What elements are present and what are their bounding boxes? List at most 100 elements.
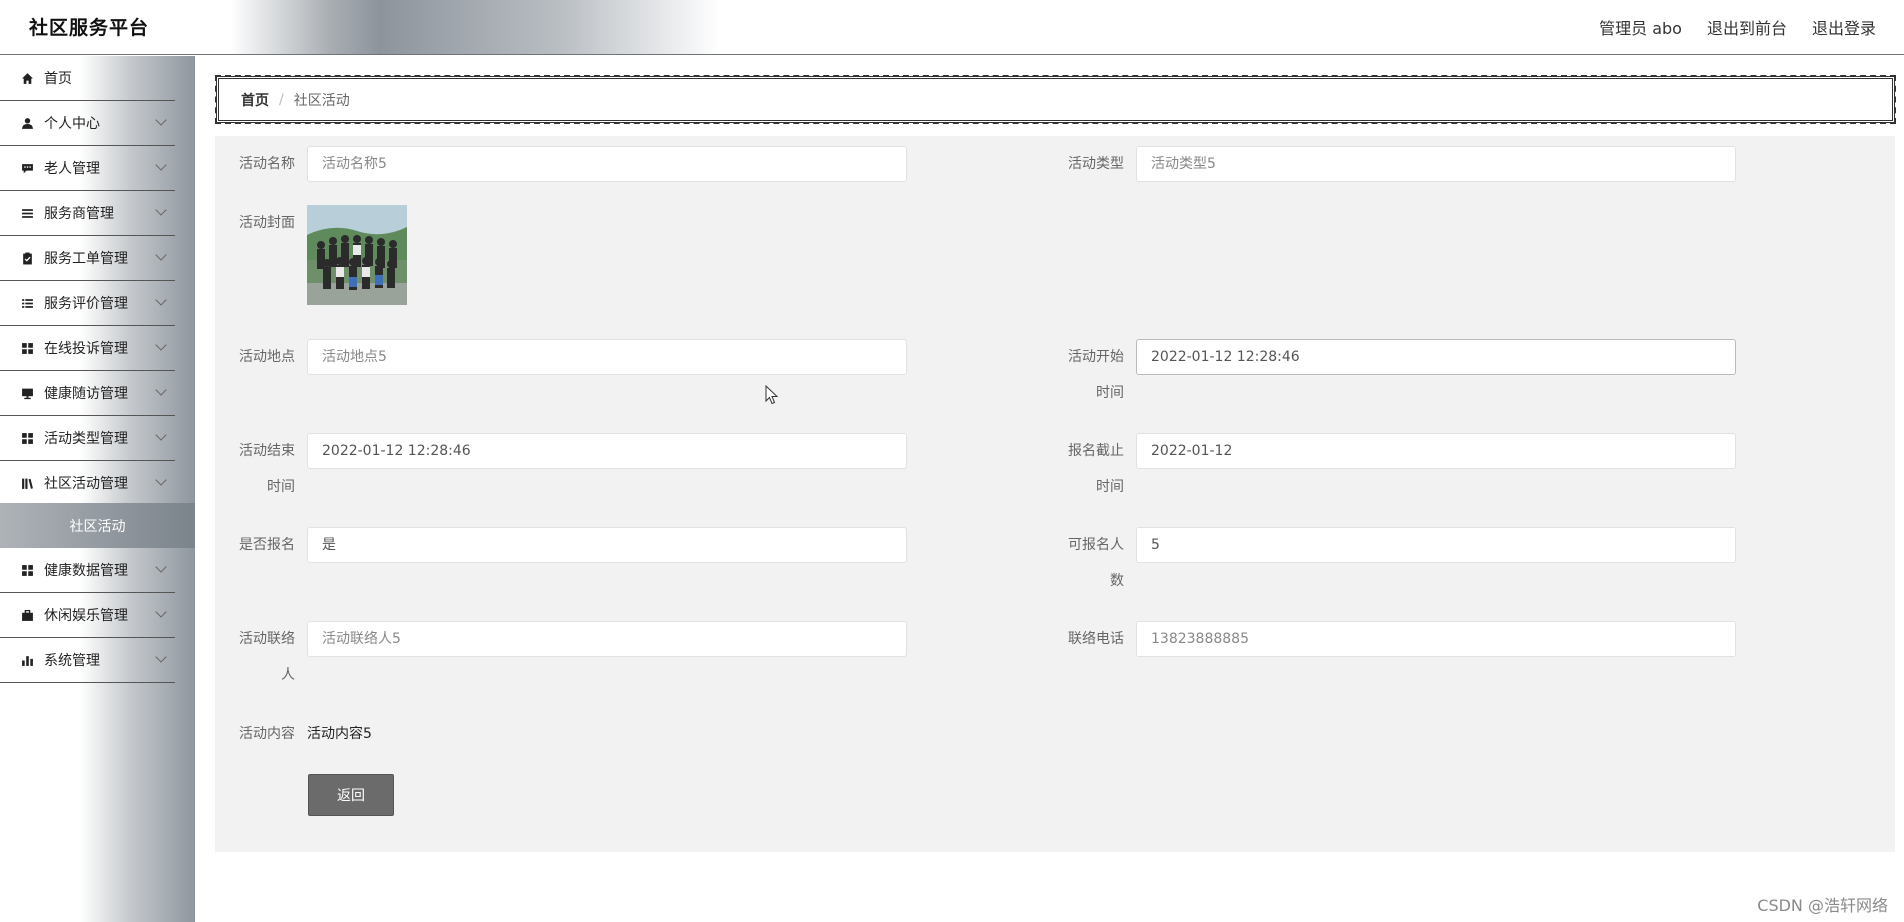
end-time-label: 活动结束 时间 (229, 433, 295, 505)
start-time-label-line2: 时间 (1096, 385, 1124, 401)
chevron-down-icon (155, 561, 167, 573)
content-value: 活动内容5 (307, 726, 372, 742)
deadline-label-line1: 报名截止 (1068, 443, 1124, 459)
contact-label-line1: 活动联络 (239, 631, 295, 647)
sidebar: 首页 个人中心 老人管理 服务商管理 服务工单管理 服务评价管理 在线投诉管理 … (0, 56, 195, 922)
sidebar-item-home[interactable]: 首页 (0, 56, 175, 101)
sidebar-item-label: 首页 (44, 71, 72, 87)
breadcrumb: 首页 / 社区活动 (215, 75, 1896, 124)
name-field[interactable]: 活动名称5 (307, 146, 907, 182)
back-button[interactable]: 返回 (308, 774, 394, 816)
chevron-down-icon (155, 339, 167, 351)
sidebar-item-label: 健康数据管理 (44, 563, 128, 579)
chevron-down-icon (155, 429, 167, 441)
sidebar-item-leisure[interactable]: 休闲娱乐管理 (0, 593, 175, 638)
sidebar-item-provider[interactable]: 服务商管理 (0, 191, 175, 236)
deadline-label-line2: 时间 (1096, 479, 1124, 495)
start-time-field[interactable]: 2022-01-12 12:28:46 (1136, 339, 1736, 375)
chevron-down-icon (155, 474, 167, 486)
end-time-field[interactable]: 2022-01-12 12:28:46 (307, 433, 907, 469)
deadline-field[interactable]: 2022-01-12 (1136, 433, 1736, 469)
sidebar-subitem-community-activity[interactable]: 社区活动 (0, 503, 195, 548)
end-time-label-line2: 时间 (267, 479, 295, 495)
deadline-label: 报名截止 时间 (1058, 433, 1124, 505)
start-time-label-line1: 活动开始 (1068, 349, 1124, 365)
sidebar-item-label: 活动类型管理 (44, 431, 128, 447)
sidebar-item-personal[interactable]: 个人中心 (0, 101, 175, 146)
breadcrumb-current: 社区活动 (293, 92, 350, 109)
watermark: CSDN @浩轩网络 (1757, 896, 1888, 915)
chevron-down-icon (155, 294, 167, 306)
breadcrumb-separator: / (279, 91, 284, 108)
sidebar-item-community-activity[interactable]: 社区活动管理 (0, 461, 175, 506)
brand-title: 社区服务平台 (29, 17, 150, 39)
chevron-down-icon (155, 606, 167, 618)
start-time-label: 活动开始 时间 (1058, 339, 1124, 411)
sidebar-item-followup[interactable]: 健康随访管理 (0, 371, 175, 416)
capacity-label-line1: 可报名人 (1068, 537, 1124, 553)
signup-label: 是否报名 (239, 537, 295, 553)
chevron-down-icon (155, 249, 167, 261)
sidebar-item-health-data[interactable]: 健康数据管理 (0, 548, 175, 593)
top-header: 社区服务平台 管理员 abo 退出到前台 退出登录 (0, 0, 1904, 55)
sidebar-item-complaint[interactable]: 在线投诉管理 (0, 326, 175, 371)
chevron-down-icon (155, 204, 167, 216)
type-label: 活动类型 (1068, 156, 1124, 172)
chevron-down-icon (155, 159, 167, 171)
detail-form-panel (215, 136, 1895, 852)
phone-field[interactable]: 13823888885 (1136, 621, 1736, 657)
monitor-icon (20, 386, 34, 400)
sidebar-item-label: 健康随访管理 (44, 386, 128, 402)
sidebar-item-system[interactable]: 系统管理 (0, 638, 175, 683)
list-icon (20, 296, 34, 310)
sidebar-item-label: 老人管理 (44, 161, 100, 177)
go-frontend-link[interactable]: 退出到前台 (1707, 15, 1787, 39)
bar-chart-icon (20, 653, 34, 667)
logout-link[interactable]: 退出登录 (1812, 15, 1876, 39)
capacity-label-line2: 数 (1110, 573, 1124, 589)
sidebar-item-elderly[interactable]: 老人管理 (0, 146, 175, 191)
cover-image (307, 205, 407, 305)
mouse-cursor-icon (765, 384, 779, 409)
grid-icon (20, 341, 34, 355)
chevron-down-icon (155, 651, 167, 663)
sidebar-item-label: 系统管理 (44, 653, 100, 669)
sidebar-item-label: 服务工单管理 (44, 251, 128, 267)
header-actions: 管理员 abo 退出到前台 退出登录 (1599, 15, 1876, 39)
sidebar-item-evaluation[interactable]: 服务评价管理 (0, 281, 175, 326)
sidebar-item-label: 个人中心 (44, 116, 100, 132)
sidebar-item-label: 社区活动管理 (44, 476, 128, 492)
sidebar-item-label: 在线投诉管理 (44, 341, 128, 357)
chat-icon (20, 161, 34, 175)
breadcrumb-home[interactable]: 首页 (241, 90, 269, 110)
type-field[interactable]: 活动类型5 (1136, 146, 1736, 182)
sidebar-item-label: 服务商管理 (44, 206, 114, 222)
grid-icon (20, 431, 34, 445)
capacity-field[interactable]: 5 (1136, 527, 1736, 563)
place-field[interactable]: 活动地点5 (307, 339, 907, 375)
name-label: 活动名称 (239, 156, 295, 172)
sidebar-item-label: 休闲娱乐管理 (44, 608, 128, 624)
contact-field[interactable]: 活动联络人5 (307, 621, 907, 657)
signup-field[interactable]: 是 (307, 527, 907, 563)
contact-label: 活动联络 人 (229, 621, 295, 693)
chevron-down-icon (155, 114, 167, 126)
sidebar-item-activity-type[interactable]: 活动类型管理 (0, 416, 175, 461)
capacity-label: 可报名人 数 (1058, 527, 1124, 599)
phone-label: 联络电话 (1068, 631, 1124, 647)
current-user: 管理员 abo (1599, 19, 1682, 38)
content-label: 活动内容 (239, 726, 295, 742)
end-time-label-line1: 活动结束 (239, 443, 295, 459)
library-icon (20, 476, 34, 490)
cover-label: 活动封面 (239, 215, 295, 231)
chevron-down-icon (155, 384, 167, 396)
grid-icon (20, 563, 34, 577)
clipboard-icon (20, 251, 34, 265)
user-icon (20, 116, 34, 130)
briefcase-icon (20, 608, 34, 622)
sidebar-item-label: 服务评价管理 (44, 296, 128, 312)
list-icon (20, 206, 34, 220)
contact-label-line2: 人 (281, 667, 295, 683)
home-icon (20, 71, 34, 85)
sidebar-item-workorder[interactable]: 服务工单管理 (0, 236, 175, 281)
